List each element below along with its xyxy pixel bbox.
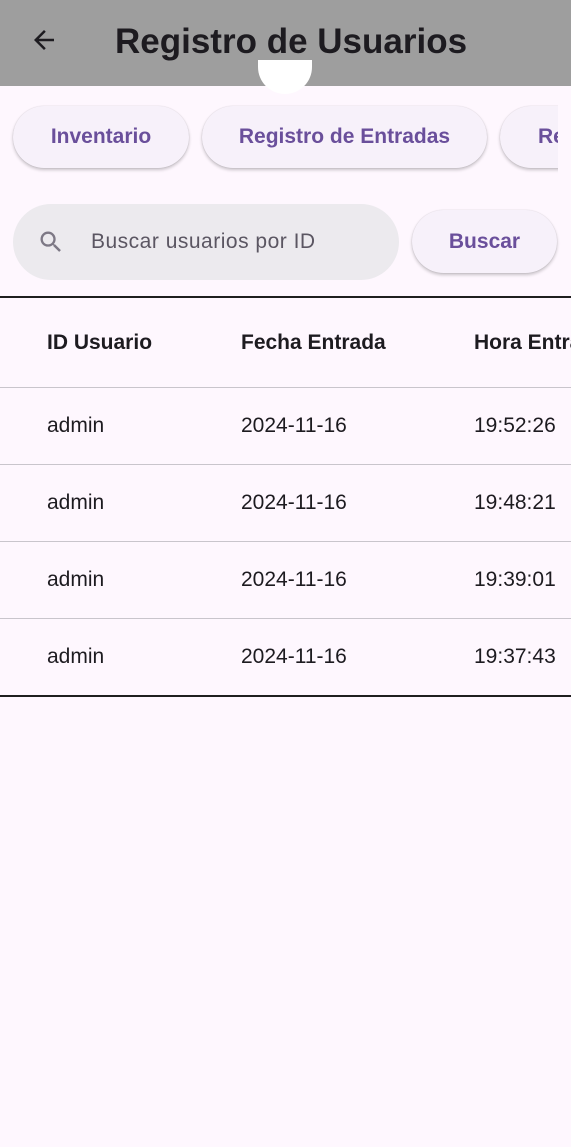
search-input[interactable] — [89, 229, 393, 255]
column-header[interactable]: Hora Entra — [474, 298, 571, 387]
table-cell-date: 2024-11-16 — [241, 491, 347, 514]
table-cell-time: 19:37:43 — [474, 645, 556, 668]
page-title: Registro de Usuarios — [115, 22, 468, 61]
column-header[interactable]: ID Usuario — [47, 298, 152, 387]
chip-inventario[interactable]: Inventario — [13, 106, 189, 168]
table-cell-user-id: admin — [47, 645, 105, 668]
search-bar[interactable] — [13, 204, 399, 280]
table-row[interactable]: admin 2024-11-16 19:48:21 — [0, 465, 571, 542]
floating-action-button-peek[interactable] — [258, 60, 312, 94]
table-cell-date: 2024-11-16 — [241, 568, 347, 591]
chip-registro-entradas[interactable]: Registro de Entradas — [202, 106, 487, 168]
table-cell-time: 19:52:26 — [474, 414, 556, 437]
table-cell-user-id: admin — [47, 491, 105, 514]
table-cell-user-id: admin — [47, 414, 105, 437]
table-header-row: ID Usuario Fecha Entrada Hora Entra — [0, 298, 571, 388]
arrow-back-icon — [29, 25, 59, 60]
table-row[interactable]: admin 2024-11-16 19:39:01 — [0, 542, 571, 619]
table-cell-date: 2024-11-16 — [241, 645, 347, 668]
back-button[interactable] — [22, 20, 66, 64]
table-cell-time: 19:48:21 — [474, 491, 556, 514]
search-icon — [37, 228, 65, 256]
column-header[interactable]: Fecha Entrada — [241, 298, 386, 387]
table-row[interactable]: admin 2024-11-16 19:52:26 — [0, 388, 571, 465]
chip-partial[interactable]: Re — [500, 106, 558, 168]
search-button[interactable]: Buscar — [412, 210, 557, 273]
table-cell-time: 19:39:01 — [474, 568, 556, 591]
navigation-chip-row: Inventario Registro de Entradas Re — [0, 100, 558, 180]
table-cell-user-id: admin — [47, 568, 105, 591]
entries-table: ID Usuario Fecha Entrada Hora Entra admi… — [0, 296, 571, 697]
table-row[interactable]: admin 2024-11-16 19:37:43 — [0, 619, 571, 695]
table-cell-date: 2024-11-16 — [241, 414, 347, 437]
